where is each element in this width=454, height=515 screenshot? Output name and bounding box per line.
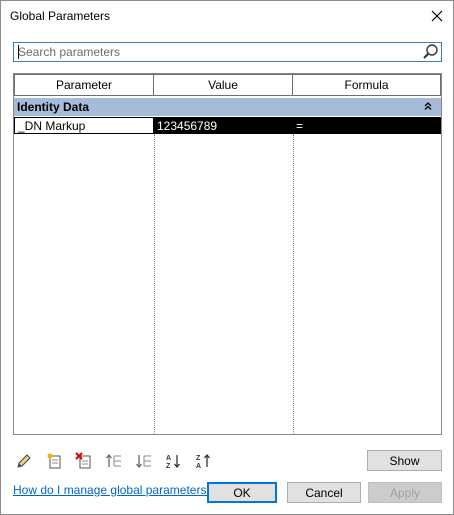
ok-button[interactable]: OK bbox=[207, 482, 277, 503]
search-icon[interactable] bbox=[422, 43, 440, 61]
column-divider bbox=[154, 134, 155, 434]
search-box bbox=[13, 42, 442, 62]
sort-descending-icon: Z A bbox=[196, 453, 210, 470]
delete-parameter-button[interactable] bbox=[73, 450, 95, 472]
column-header-value[interactable]: Value bbox=[154, 74, 293, 96]
grid-header: Parameter Value Formula bbox=[14, 74, 441, 96]
sort-ascending-button[interactable]: A Z bbox=[163, 450, 185, 472]
search-input[interactable] bbox=[14, 43, 419, 61]
parameter-toolbar: A Z Z A bbox=[13, 449, 223, 473]
group-header-label: Identity Data bbox=[17, 100, 90, 114]
svg-text:A: A bbox=[196, 463, 201, 470]
parameter-name-cell[interactable]: _DN Markup bbox=[14, 117, 154, 134]
column-header-parameter[interactable]: Parameter bbox=[14, 74, 154, 96]
svg-text:Z: Z bbox=[166, 463, 171, 470]
apply-button[interactable]: Apply bbox=[368, 482, 442, 503]
close-button[interactable] bbox=[427, 6, 447, 26]
move-down-button[interactable] bbox=[133, 450, 155, 472]
edit-parameter-button[interactable] bbox=[13, 450, 35, 472]
delete-parameter-icon bbox=[75, 452, 91, 469]
show-button[interactable]: Show bbox=[367, 450, 442, 471]
move-up-button[interactable] bbox=[103, 450, 125, 472]
sort-descending-button[interactable]: Z A bbox=[193, 450, 215, 472]
dialog-title: Global Parameters bbox=[10, 9, 111, 23]
parameters-grid: Parameter Value Formula Identity Data _D… bbox=[13, 73, 442, 435]
close-icon bbox=[431, 10, 443, 22]
cancel-button[interactable]: Cancel bbox=[287, 482, 361, 503]
parameter-value-cell[interactable]: 123456789 bbox=[154, 117, 293, 134]
svg-text:Z: Z bbox=[196, 455, 201, 462]
column-divider bbox=[293, 134, 294, 434]
global-parameters-dialog: Global Parameters Parameter Value Formul… bbox=[0, 0, 454, 515]
new-parameter-button[interactable] bbox=[43, 450, 65, 472]
title-bar: Global Parameters bbox=[1, 1, 453, 32]
group-header-identity-data[interactable]: Identity Data bbox=[14, 98, 441, 116]
move-up-icon bbox=[106, 453, 121, 467]
svg-text:A: A bbox=[166, 455, 171, 462]
table-row[interactable]: _DN Markup 123456789 = bbox=[14, 117, 441, 134]
text-caret bbox=[18, 45, 19, 59]
column-header-formula[interactable]: Formula bbox=[293, 74, 441, 96]
collapse-chevron-icon[interactable] bbox=[421, 99, 435, 113]
help-link[interactable]: How do I manage global parameters? bbox=[13, 483, 213, 497]
new-parameter-icon bbox=[47, 453, 61, 469]
sort-ascending-icon: A Z bbox=[166, 455, 180, 470]
pencil-icon bbox=[17, 454, 31, 468]
move-down-icon bbox=[136, 455, 151, 469]
parameter-formula-cell[interactable]: = bbox=[293, 117, 441, 134]
